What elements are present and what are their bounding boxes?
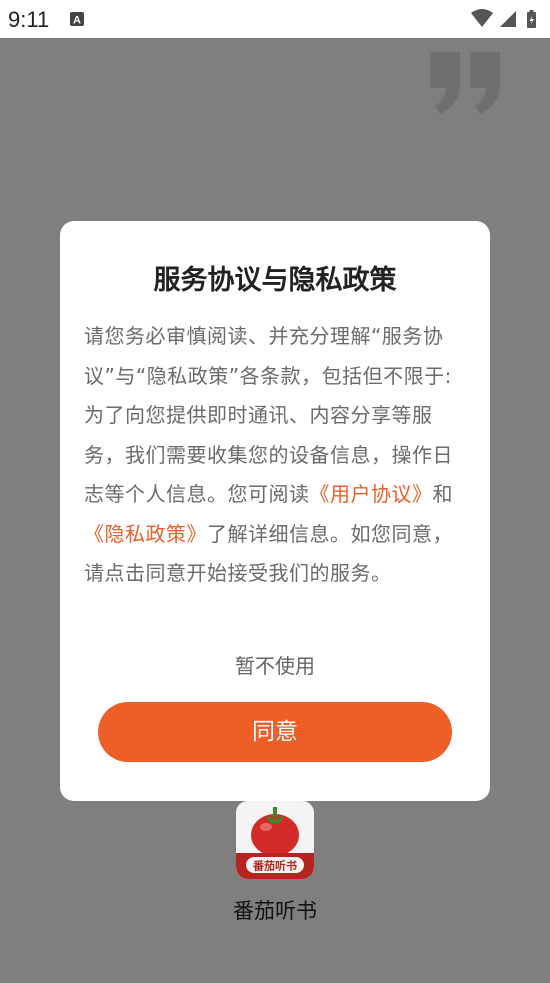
- svg-text:A: A: [73, 15, 81, 27]
- status-bar: 9:11 A: [0, 0, 550, 38]
- decline-button[interactable]: 暂不使用: [0, 650, 550, 679]
- privacy-policy-link[interactable]: 《隐私政策》: [84, 522, 207, 546]
- quote-mark-icon: [428, 50, 504, 120]
- wifi-icon: [471, 9, 493, 27]
- agree-button[interactable]: 同意: [98, 702, 452, 762]
- status-time: 9:11: [8, 7, 50, 32]
- body-text-and: 和: [432, 482, 453, 506]
- dialog-title: 服务协议与隐私政策: [153, 265, 397, 296]
- status-right-icons: [470, 8, 542, 34]
- app-icon: 番茄听书: [236, 801, 314, 879]
- user-agreement-link[interactable]: 《用户协议》: [310, 482, 433, 506]
- app-icon-label: 番茄听书: [252, 859, 297, 873]
- app-name: 番茄听书: [233, 899, 317, 923]
- battery-icon: [527, 10, 536, 28]
- signal-icon: [500, 11, 516, 27]
- dialog-body: 请您务必审慎阅读、并充分理解“服务协议”与“隐私政策”各条款，包括但不限于:为了…: [84, 317, 456, 594]
- body-text-part1: 请您务必审慎阅读、并充分理解“服务协议”与“隐私政策”各条款，包括但不限于:为了…: [84, 324, 453, 506]
- text-a-icon: A: [70, 11, 84, 30]
